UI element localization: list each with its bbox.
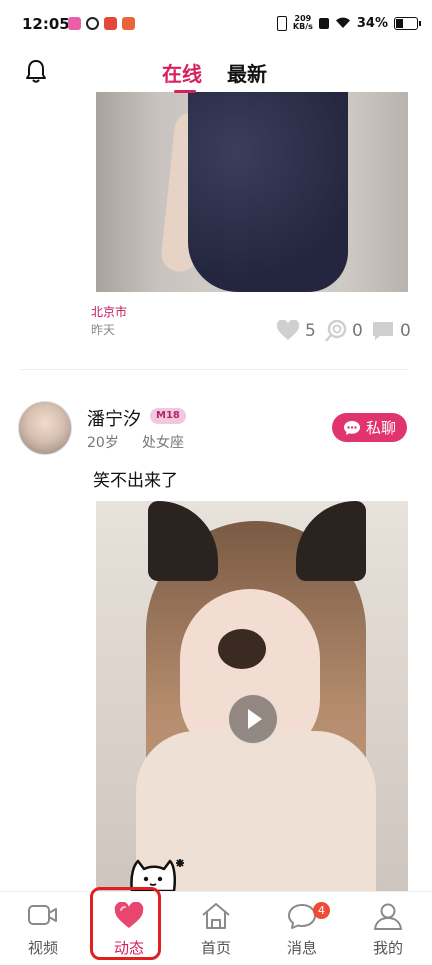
like-stat[interactable]: 5 <box>276 320 316 341</box>
post-video-thumbnail[interactable] <box>96 501 408 891</box>
tab-latest[interactable]: 最新 <box>227 58 267 87</box>
private-chat-button[interactable]: 私聊 <box>332 413 407 442</box>
post-divider <box>20 369 408 370</box>
status-time: 12:05 <box>22 15 70 33</box>
nav-item-me[interactable]: 我的 <box>353 892 423 962</box>
member-badge: M18 <box>150 408 186 424</box>
battery-icon <box>394 16 421 30</box>
sim-icon <box>318 17 329 29</box>
post-location: 北京市 <box>91 305 128 319</box>
dog-nose-filter <box>218 629 266 669</box>
status-bar: 12:05 209 KB/s 34% <box>0 0 432 48</box>
photo-figure <box>188 92 348 292</box>
user-zodiac: 处女座 <box>142 435 184 451</box>
avatar[interactable] <box>18 401 72 455</box>
private-chat-label: 私聊 <box>365 419 396 437</box>
lollipop-icon <box>325 320 347 342</box>
wifi-icon <box>335 17 350 28</box>
post-username[interactable]: 潘宁汐 <box>87 405 141 431</box>
person-icon <box>374 903 402 930</box>
nav-item-video[interactable]: 视频 <box>8 892 78 962</box>
heart-outline-icon <box>276 320 300 340</box>
comment-count: 0 <box>400 321 411 341</box>
messages-badge: 4 <box>313 902 330 919</box>
cat-ear-filter <box>148 501 218 581</box>
net-speed-unit: KB/s <box>292 22 313 31</box>
chat-dots-icon <box>343 420 360 435</box>
gift-count: 0 <box>352 321 363 341</box>
app-notification-icon <box>104 17 117 30</box>
selection-highlight <box>90 887 161 960</box>
nav-label-me: 我的 <box>372 939 403 957</box>
gift-stat[interactable]: 0 <box>325 320 363 342</box>
battery-text: 34% <box>356 15 388 31</box>
app-notification-icon <box>86 17 99 30</box>
app-notification-icon <box>122 17 135 30</box>
status-app-icons <box>68 17 135 30</box>
vibrate-icon <box>276 15 287 31</box>
user-age: 20岁 <box>87 435 119 451</box>
tab-online[interactable]: 在线 <box>162 58 202 93</box>
cat-ear-filter <box>296 501 366 581</box>
nav-label-home: 首页 <box>200 939 231 957</box>
top-header: 在线 最新 <box>0 48 432 93</box>
bottom-nav: 视频 动态 首页 消息 我的 <box>0 891 432 965</box>
home-icon <box>202 903 230 929</box>
comment-stat[interactable]: 0 <box>371 320 411 342</box>
status-right: 209 KB/s 34% <box>276 15 421 31</box>
nav-item-home[interactable]: 首页 <box>181 892 251 962</box>
nav-label-messages: 消息 <box>286 939 317 957</box>
post-caption: 笑不出来了 <box>93 471 178 491</box>
nav-item-messages[interactable]: 消息 <box>267 892 337 962</box>
play-icon[interactable] <box>228 694 278 744</box>
post-photo-top[interactable] <box>96 92 408 292</box>
like-count: 5 <box>305 320 316 341</box>
bell-icon[interactable] <box>24 58 48 84</box>
video-camera-icon <box>28 905 57 925</box>
post-date: 昨天 <box>91 323 116 337</box>
net-speed: 209 KB/s <box>293 15 313 31</box>
app-notification-icon <box>68 17 81 30</box>
nav-label-video: 视频 <box>27 939 58 957</box>
comment-icon <box>373 322 393 340</box>
